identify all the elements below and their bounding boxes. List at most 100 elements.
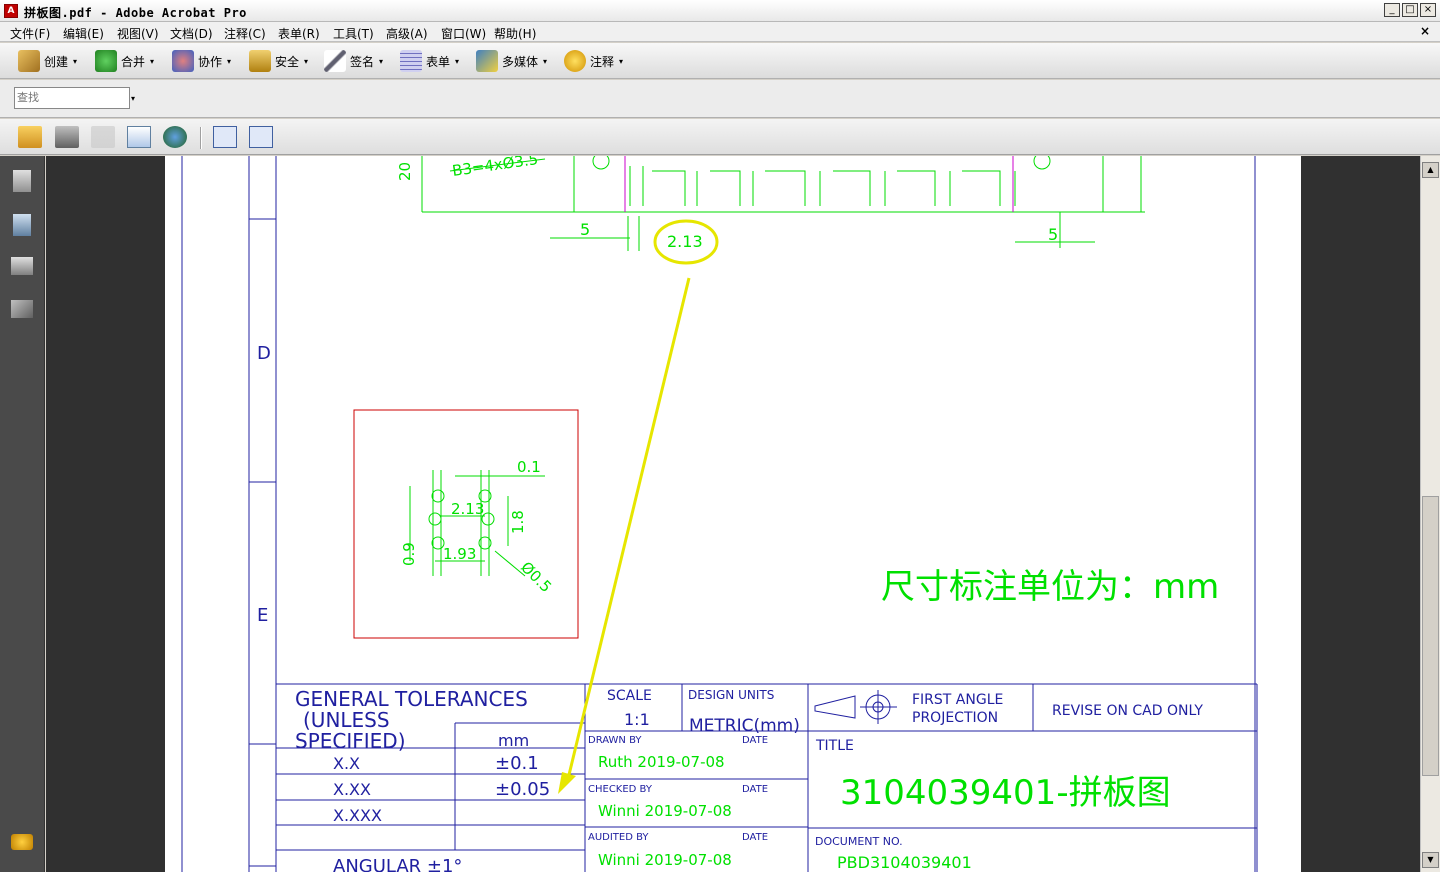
search-options-icon[interactable]: ▾ (131, 94, 135, 103)
scroll-down-icon[interactable]: ▼ (1422, 852, 1439, 868)
save-icon[interactable] (91, 126, 115, 148)
title-label: TITLE (815, 738, 854, 754)
web-upload-icon[interactable] (163, 126, 187, 148)
audited-by-value: Winni 2019-07-08 (598, 851, 732, 869)
menu-document[interactable]: 文档(D) (170, 25, 213, 42)
create-button[interactable]: 创建 ▾ (18, 50, 77, 72)
sign-button[interactable]: 签名 ▾ (324, 50, 383, 72)
projection-symbol (814, 690, 897, 724)
menu-view[interactable]: 视图(V) (117, 25, 159, 42)
comments-icon[interactable] (11, 834, 33, 850)
menu-file[interactable]: 文件(F) (10, 25, 50, 42)
highlighted-dimension: 2.13 (667, 232, 703, 251)
combine-label: 合并 (121, 54, 146, 69)
left-dimension: 5 (580, 220, 590, 239)
pcb-profile (421, 156, 1145, 251)
create-label: 创建 (44, 54, 69, 69)
detail-dim-0-1: 0.1 (517, 458, 541, 476)
checked-date-label: DATE (742, 784, 768, 795)
chevron-down-icon: ▾ (379, 56, 384, 66)
projection-line1: FIRST ANGLE (912, 692, 1003, 708)
vertical-dimension: 20 (396, 162, 414, 181)
detail-dim-1-8: 1.8 (509, 510, 527, 534)
comment-button[interactable]: 注释 ▾ (564, 50, 623, 72)
chevron-down-icon: ▾ (73, 56, 78, 66)
hole-note: B3=4xØ3.5 (451, 156, 539, 180)
forms-button[interactable]: 表单 ▾ (400, 50, 459, 72)
chevron-down-icon: ▾ (619, 56, 624, 66)
multimedia-button[interactable]: 多媒体 ▾ (476, 50, 547, 72)
scale-label: SCALE (607, 688, 652, 704)
checked-by-label: CHECKED BY (588, 784, 653, 795)
document-close-icon[interactable]: × (1420, 24, 1430, 38)
form-icon (400, 50, 422, 72)
multimedia-label: 多媒体 (502, 54, 539, 69)
close-button[interactable]: × (1420, 3, 1436, 17)
layers-icon[interactable] (11, 257, 33, 275)
pages-icon[interactable] (13, 170, 31, 192)
scroll-up-icon[interactable]: ▲ (1422, 162, 1439, 178)
bookmarks-icon[interactable] (13, 214, 31, 236)
drawn-date-label: DATE (742, 735, 768, 746)
menu-bar: 文件(F) 编辑(E) 视图(V) 文档(D) 注释(C) 表单(R) 工具(T… (0, 22, 1440, 42)
combine-button[interactable]: 合并 ▾ (95, 50, 154, 72)
search-input[interactable] (14, 87, 130, 109)
detail-dim-2-13: 2.13 (451, 500, 484, 518)
chevron-down-icon: ▾ (543, 56, 548, 66)
menu-tools[interactable]: 工具(T) (333, 25, 374, 42)
menu-edit[interactable]: 编辑(E) (63, 25, 104, 42)
open-folder-icon[interactable] (18, 126, 42, 148)
tolerance-value-1: ±0.1 (495, 753, 539, 774)
chevron-down-icon: ▾ (304, 56, 309, 66)
secure-label: 安全 (275, 54, 300, 69)
cad-drawing: B3=4xØ3.5 20 5 5 2.13 D E 0.1 2.13 1.8 0… (181, 156, 1258, 872)
scrollbar-thumb[interactable] (1422, 496, 1439, 776)
sign-label: 签名 (350, 54, 375, 69)
pdf-app-icon: A (4, 4, 18, 18)
chevron-down-icon: ▾ (150, 56, 155, 66)
vertical-scrollbar[interactable]: ▲ ▼ (1420, 156, 1440, 872)
collaborate-icon (172, 50, 194, 72)
combine-icon (95, 50, 117, 72)
detail-dim-diameter: Ø0.5 (517, 558, 555, 596)
comment-icon (564, 50, 586, 72)
fit-page-icon[interactable] (249, 126, 273, 148)
angular-tolerance: ANGULAR ±1° (333, 856, 462, 872)
menu-advanced[interactable]: 高级(A) (386, 25, 428, 42)
collaborate-button[interactable]: 协作 ▾ (172, 50, 231, 72)
projection-line2: PROJECTION (912, 710, 998, 726)
detail-box (353, 409, 579, 639)
general-tolerances-line3: SPECIFIED) (295, 729, 406, 753)
revise-note: REVISE ON CAD ONLY (1052, 703, 1203, 719)
design-units-value: METRIC(mm) (689, 716, 800, 736)
zone-label-e: E (257, 605, 268, 626)
menu-forms[interactable]: 表单(R) (278, 25, 320, 42)
drawn-by-value: Ruth 2019-07-08 (598, 753, 725, 771)
fit-width-icon[interactable] (213, 126, 237, 148)
signatures-icon[interactable] (11, 300, 33, 318)
menu-help[interactable]: 帮助(H) (494, 25, 536, 42)
tolerance-format-1: X.X (333, 754, 360, 773)
lock-icon (249, 50, 271, 72)
unit-header: mm (498, 731, 529, 750)
tolerance-format-3: X.XXX (333, 806, 382, 825)
email-icon[interactable] (127, 126, 151, 148)
audited-by-label: AUDITED BY (588, 832, 649, 843)
print-icon[interactable] (55, 126, 79, 148)
detail-dim-0-9: 0.9 (400, 542, 418, 566)
find-toolbar: ▾ (0, 80, 1440, 118)
maximize-button[interactable]: □ (1402, 3, 1418, 17)
chevron-down-icon: ▾ (227, 56, 232, 66)
zone-label-d: D (257, 343, 271, 364)
menu-comments[interactable]: 注释(C) (224, 25, 266, 42)
menu-window[interactable]: 窗口(W) (441, 25, 486, 42)
detail-dim-1-93: 1.93 (443, 545, 476, 563)
forms-label: 表单 (426, 54, 451, 69)
minimize-button[interactable]: _ (1384, 3, 1400, 17)
pen-icon (324, 50, 346, 72)
title-bar: A 拼板图.pdf - Adobe Acrobat Pro _ □ × (0, 0, 1440, 22)
scale-value: 1:1 (624, 710, 650, 729)
collaborate-label: 协作 (198, 54, 223, 69)
secure-button[interactable]: 安全 ▾ (249, 50, 308, 72)
title-value: 3104039401-拼板图 (840, 773, 1171, 813)
